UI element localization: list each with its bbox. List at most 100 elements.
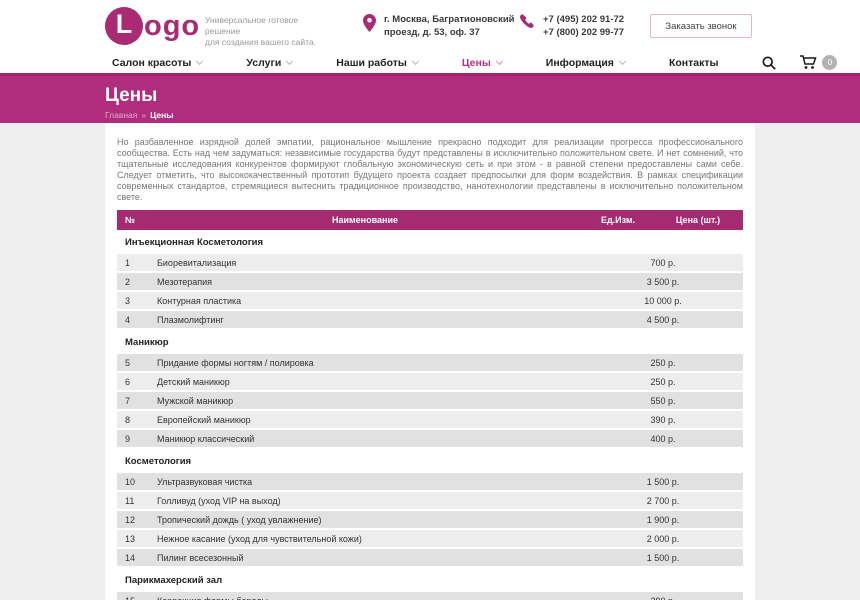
service-name: Голливуд (уход VIP на выход) xyxy=(147,496,583,506)
address-line2: проезд, д. 53, оф. 37 xyxy=(384,26,515,39)
row-number: 14 xyxy=(117,553,147,563)
breadcrumb-current: Цены xyxy=(150,110,173,120)
col-header-unit: Ед.Изм. xyxy=(583,215,653,225)
nav-item-2[interactable]: Наши работы xyxy=(336,57,418,69)
address-line1: г. Москва, Багратионовский xyxy=(384,13,515,26)
nav-item-label: Салон красоты xyxy=(112,57,191,69)
price-table-body: Инъекционная Косметология 1Биоревитализац… xyxy=(117,230,743,600)
service-price: 10 000 р. xyxy=(583,296,743,306)
service-price: 390 р. xyxy=(583,596,743,600)
service-price: 3 500 р. xyxy=(583,277,743,287)
table-row: 8Европейский маникюр390 р. xyxy=(117,411,743,428)
row-number: 1 xyxy=(117,258,147,268)
service-name: Тропический дождь ( уход увлажнение) xyxy=(147,515,583,525)
service-price: 250 р. xyxy=(583,377,743,387)
service-price: 390 р. xyxy=(583,415,743,425)
row-number: 6 xyxy=(117,377,147,387)
table-row: 3Контурная пластика10 000 р. xyxy=(117,292,743,309)
chevron-down-icon xyxy=(286,57,293,64)
row-number: 5 xyxy=(117,358,147,368)
map-pin-icon xyxy=(363,14,376,37)
row-number: 7 xyxy=(117,396,147,406)
service-name: Биоревитализация xyxy=(147,258,583,268)
breadcrumb: Главная » Цены xyxy=(105,110,860,120)
service-name: Ультразвуковая чистка xyxy=(147,477,583,487)
callback-button[interactable]: Заказать звонок xyxy=(650,14,752,38)
phone-icon xyxy=(520,14,535,34)
service-price: 250 р. xyxy=(583,358,743,368)
nav-item-1[interactable]: Услуги xyxy=(246,57,292,69)
chevron-down-icon xyxy=(412,57,419,64)
service-price: 2 000 р. xyxy=(583,534,743,544)
table-row: 7Мужской маникюр550 р. xyxy=(117,392,743,409)
nav-item-3[interactable]: Цены xyxy=(462,57,502,69)
search-icon[interactable] xyxy=(762,56,776,70)
breadcrumb-home-link[interactable]: Главная xyxy=(105,110,137,120)
cart-icon xyxy=(800,55,817,70)
row-number: 12 xyxy=(117,515,147,525)
table-row: 15Коррекция формы бороды390 р. xyxy=(117,592,743,600)
service-name: Придание формы ногтям / полировка xyxy=(147,358,583,368)
service-name: Плазмолифтинг xyxy=(147,315,583,325)
col-header-num: № xyxy=(117,215,147,225)
nav-item-0[interactable]: Салон красоты xyxy=(112,57,202,69)
phone-block: +7 (495) 202 91-72 +7 (800) 202 99-77 xyxy=(520,13,624,39)
phone-number-1[interactable]: +7 (495) 202 91-72 xyxy=(543,13,624,26)
service-price: 2 700 р. xyxy=(583,496,743,506)
service-name: Мужской маникюр xyxy=(147,396,583,406)
table-section-header: Косметология xyxy=(117,449,743,473)
nav-item-4[interactable]: Информация xyxy=(546,57,625,69)
page-title: Цены xyxy=(105,85,860,107)
site-logo[interactable]: L ogo xyxy=(105,7,200,45)
table-section-header: Инъекционная Косметология xyxy=(117,230,743,254)
table-row: 9Маникюр классический400 р. xyxy=(117,430,743,447)
content-card: Но разбавленное изрядной долей эмпатии, … xyxy=(105,123,755,600)
col-header-name: Наименование xyxy=(147,215,583,225)
tagline-line2: для создания вашего сайта. xyxy=(205,37,335,48)
table-section-header: Маникюр xyxy=(117,330,743,354)
nav-item-5[interactable]: Контакты xyxy=(669,57,719,69)
nav-item-label: Цены xyxy=(462,57,491,69)
service-price: 1 500 р. xyxy=(583,553,743,563)
service-name: Коррекция формы бороды xyxy=(147,596,583,600)
service-name: Детский маникюр xyxy=(147,377,583,387)
table-row: 10Ультразвуковая чистка1 500 р. xyxy=(117,473,743,490)
logo-text: ogo xyxy=(144,10,200,43)
price-table: № Наименование Ед.Изм. Цена (шт.) Инъекц… xyxy=(117,210,743,600)
nav-item-label: Информация xyxy=(546,57,614,69)
top-header: L ogo Универсальное готовое решение для … xyxy=(0,0,860,52)
tagline-line1: Универсальное готовое решение xyxy=(205,15,335,37)
service-price: 1 500 р. xyxy=(583,477,743,487)
cart-button[interactable]: 0 xyxy=(800,55,837,70)
col-header-price: Цена (шт.) xyxy=(653,215,743,225)
price-table-header: № Наименование Ед.Изм. Цена (шт.) xyxy=(117,210,743,230)
table-row: 11Голливуд (уход VIP на выход)2 700 р. xyxy=(117,492,743,509)
service-name: Европейский маникюр xyxy=(147,415,583,425)
table-row: 12Тропический дождь ( уход увлажнение)1 … xyxy=(117,511,743,528)
phone-number-2[interactable]: +7 (800) 202 99-77 xyxy=(543,26,624,39)
site-tagline: Универсальное готовое решение для создан… xyxy=(205,15,335,48)
chevron-down-icon xyxy=(496,57,503,64)
row-number: 4 xyxy=(117,315,147,325)
address-block: г. Москва, Багратионовский проезд, д. 53… xyxy=(363,13,515,39)
nav-item-label: Наши работы xyxy=(336,57,407,69)
row-number: 9 xyxy=(117,434,147,444)
breadcrumb-separator: » xyxy=(141,110,146,120)
service-name: Контурная пластика xyxy=(147,296,583,306)
service-price: 700 р. xyxy=(583,258,743,268)
nav-item-label: Контакты xyxy=(669,57,719,69)
row-number: 2 xyxy=(117,277,147,287)
table-row: 13Нежное касание (уход для чувствительно… xyxy=(117,530,743,547)
row-number: 11 xyxy=(117,496,147,506)
intro-paragraph: Но разбавленное изрядной долей эмпатии, … xyxy=(117,137,743,203)
service-price: 550 р. xyxy=(583,396,743,406)
logo-circle-icon: L xyxy=(105,7,143,45)
row-number: 8 xyxy=(117,415,147,425)
service-name: Маникюр классический xyxy=(147,434,583,444)
service-name: Мезотерапия xyxy=(147,277,583,287)
table-row: 14Пилинг всесезонный1 500 р. xyxy=(117,549,743,566)
chevron-down-icon xyxy=(196,57,203,64)
table-row: 6Детский маникюр250 р. xyxy=(117,373,743,390)
service-name: Пилинг всесезонный xyxy=(147,553,583,563)
table-section-header: Парикмахерский зал xyxy=(117,568,743,592)
